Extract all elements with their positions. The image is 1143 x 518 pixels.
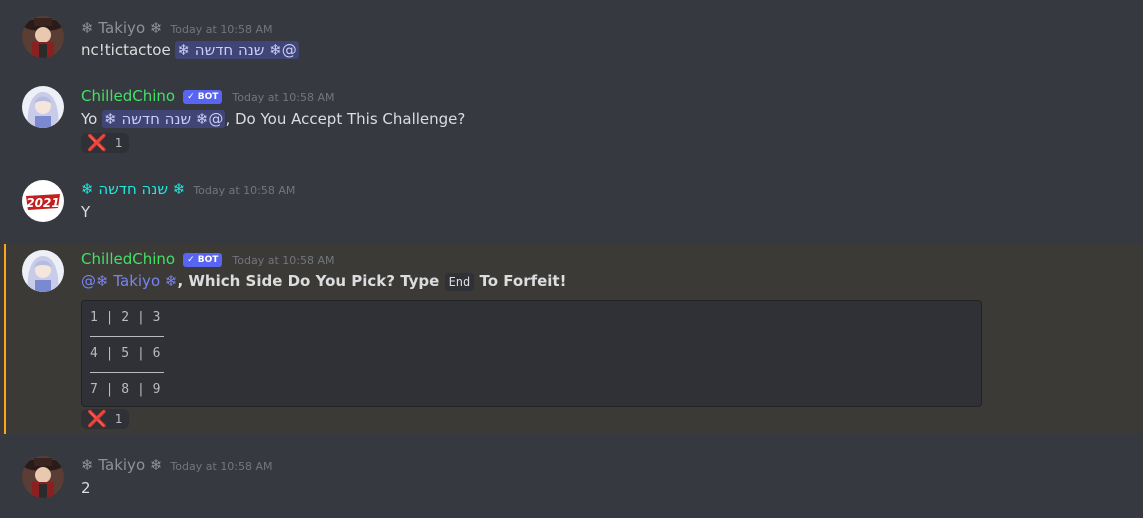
avatar[interactable] (22, 456, 64, 498)
timestamp: Today at 10:58 AM (170, 460, 273, 473)
user-mention[interactable]: @❄ Takiyo ❄ (81, 272, 177, 290)
message: 2021 ❄ שנה חדשה ❄ Today at 10:58 AM Y (0, 168, 1143, 244)
user-mention[interactable]: ❄ שנה חדשה ❄@ (175, 41, 299, 59)
timestamp: Today at 10:58 AM (193, 184, 296, 197)
username[interactable]: ❄ Takiyo ❄ (81, 19, 162, 37)
reaction-button[interactable]: ❌ 1 (81, 409, 129, 429)
cross-mark-icon: ❌ (87, 409, 107, 428)
username[interactable]: ChilledChino (81, 250, 175, 268)
timestamp: Today at 10:58 AM (232, 91, 335, 104)
message-text: nc!tictactoe (81, 41, 176, 59)
message-content: 2 (81, 479, 91, 497)
username[interactable]: ❄ Takiyo ❄ (81, 456, 162, 474)
message-content: Yo ❄ שנה חדשה ❄@, Do You Accept This Cha… (81, 108, 465, 130)
message-text: , Which Side Do You Pick? Type (177, 272, 445, 290)
board-divider (90, 372, 164, 373)
avatar[interactable] (22, 16, 64, 58)
bot-tag: ✓ BOT (183, 253, 223, 267)
reaction-count: 1 (114, 412, 123, 426)
reaction-button[interactable]: ❌ 1 (81, 133, 129, 153)
user-mention[interactable]: ❄ שנה חדשה ❄@ (102, 110, 226, 128)
avatar-label: 2021 (26, 196, 59, 210)
message-content: @❄ Takiyo ❄, Which Side Do You Pick? Typ… (81, 270, 566, 292)
message-text: , Do You Accept This Challenge? (225, 110, 466, 128)
message-highlighted: ChilledChino ✓ BOT Today at 10:58 AM @❄ … (0, 244, 1143, 434)
avatar[interactable] (22, 86, 64, 128)
username[interactable]: ChilledChino (81, 87, 175, 105)
message-content: Y (81, 203, 91, 221)
board-row: 4 | 5 | 6 (90, 346, 161, 361)
message: ChilledChino ✓ BOT Today at 10:58 AM Yo … (0, 74, 1143, 168)
code-block: 1 | 2 | 3 4 | 5 | 6 7 | 8 | 9 (81, 300, 982, 407)
inline-code: End (444, 273, 475, 291)
message-header: ❄ Takiyo ❄ Today at 10:58 AM (81, 19, 273, 39)
reaction-count: 1 (114, 136, 123, 150)
avatar[interactable]: 2021 (22, 180, 64, 222)
message-header: ChilledChino ✓ BOT Today at 10:58 AM (81, 87, 334, 107)
chat-messages: ❄ Takiyo ❄ Today at 10:58 AM nc!tictacto… (0, 0, 1143, 518)
username[interactable]: ❄ שנה חדשה ❄ (81, 180, 185, 198)
board-row: 1 | 2 | 3 (90, 310, 161, 325)
timestamp: Today at 10:58 AM (170, 23, 273, 36)
avatar[interactable] (22, 250, 64, 292)
board-divider (90, 336, 164, 337)
message-header: ❄ Takiyo ❄ Today at 10:58 AM (81, 456, 273, 476)
message-header: ChilledChino ✓ BOT Today at 10:58 AM (81, 250, 334, 270)
timestamp: Today at 10:58 AM (232, 254, 335, 267)
cross-mark-icon: ❌ (87, 133, 107, 152)
message-content: nc!tictactoe ❄ שנה חדשה ❄@ (81, 39, 299, 61)
message-text: To Forfeit! (474, 272, 567, 290)
message-header: ❄ שנה חדשה ❄ Today at 10:58 AM (81, 180, 295, 200)
bot-tag: ✓ BOT (183, 90, 223, 104)
message: ❄ Takiyo ❄ Today at 10:58 AM nc!tictacto… (0, 0, 1143, 74)
message-text: Yo (81, 110, 103, 128)
board-row: 7 | 8 | 9 (90, 382, 161, 397)
message: ❄ Takiyo ❄ Today at 10:58 AM 2 (0, 434, 1143, 518)
